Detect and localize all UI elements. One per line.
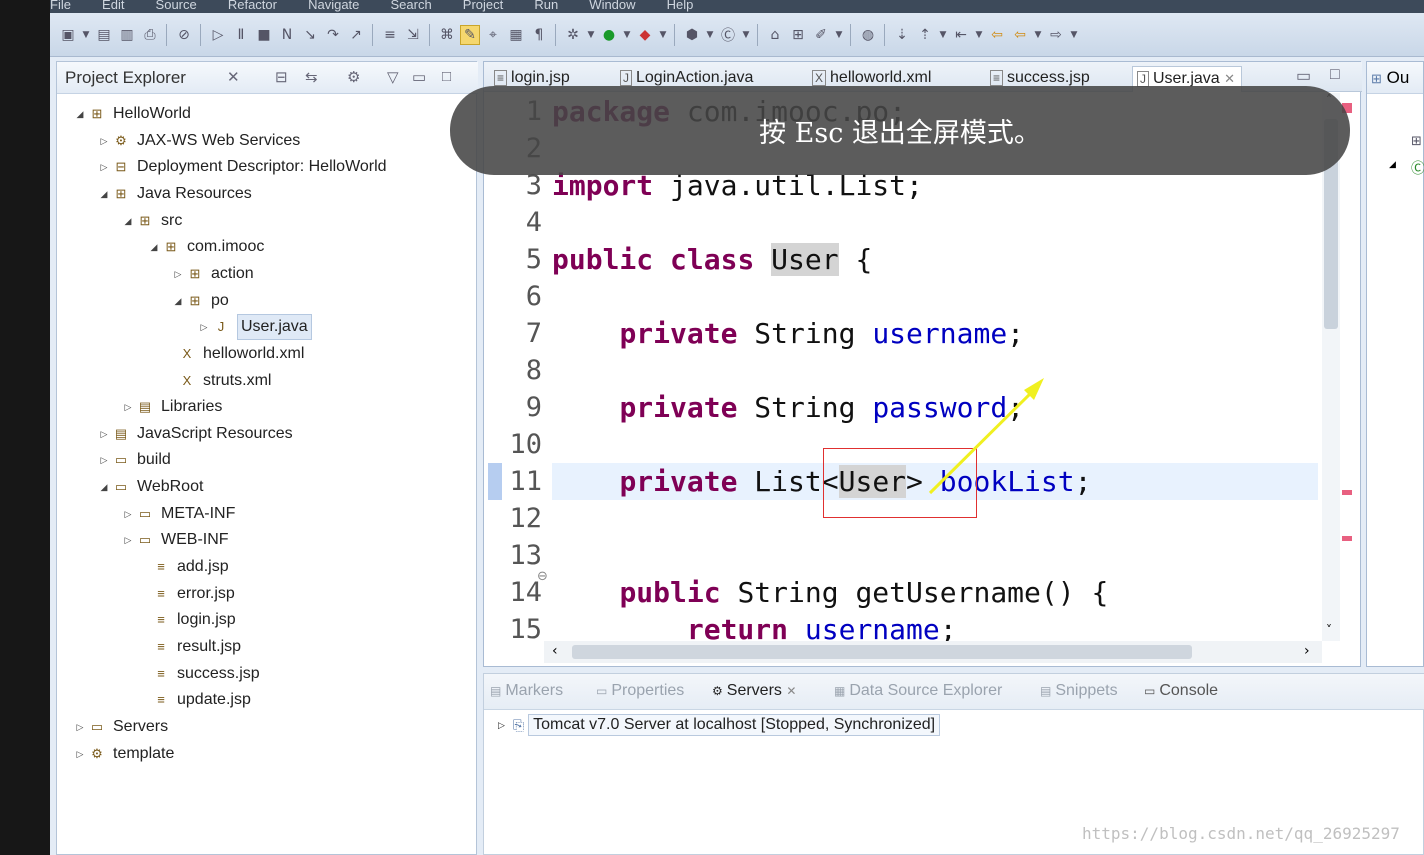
arrow-line [928,386,1038,495]
eclipse-window: File Edit Source Refactor Navigate Searc… [0,0,1424,855]
watermark: https://blog.csdn.net/qq_26925297 [1082,824,1400,843]
annotation-arrow [928,378,1044,495]
